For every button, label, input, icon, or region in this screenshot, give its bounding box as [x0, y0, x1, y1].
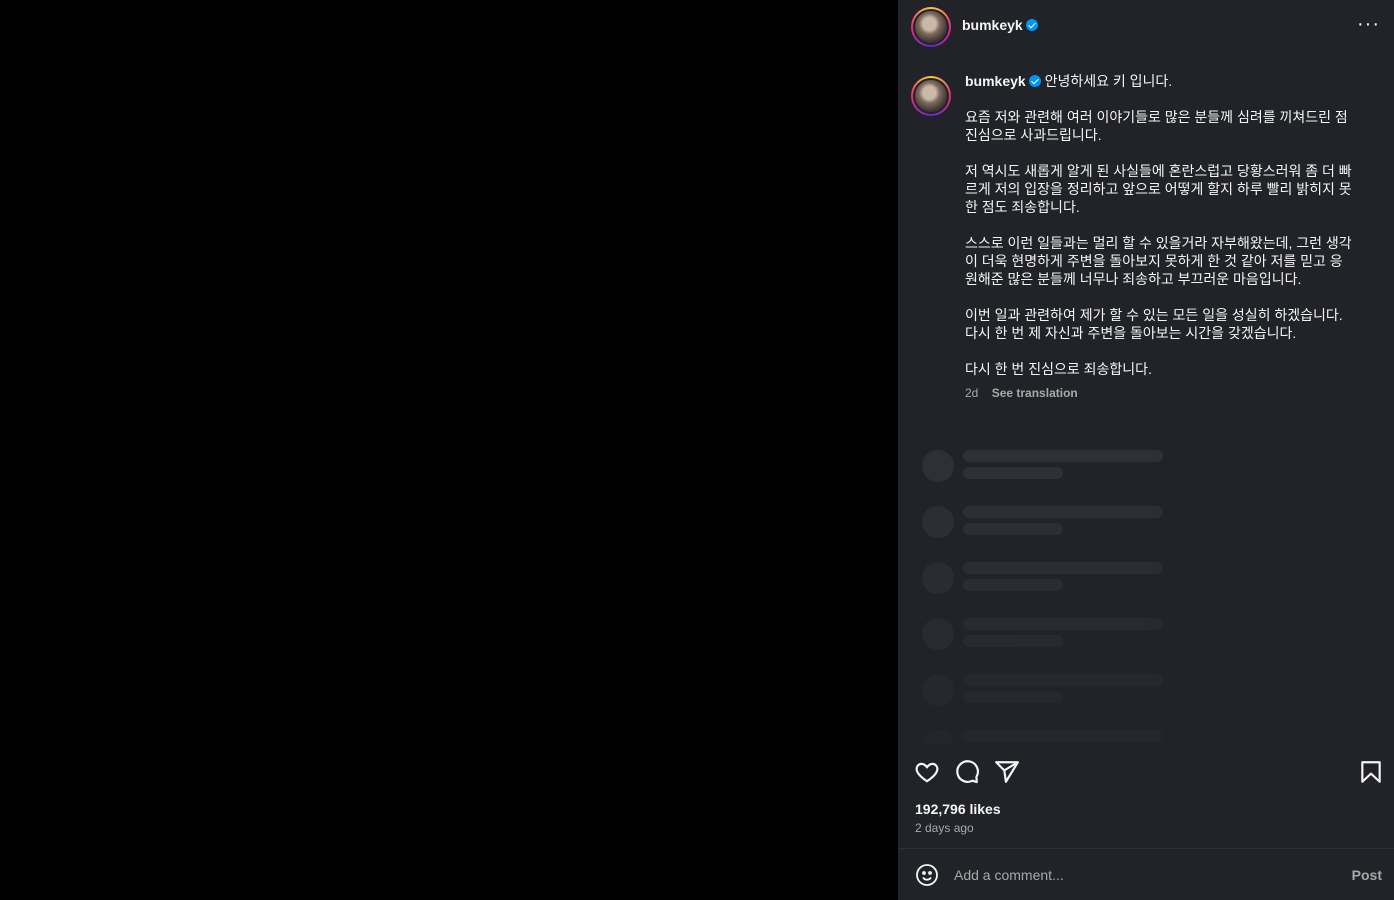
post-header: bumkeyk ··· — [898, 0, 1394, 52]
post-media[interactable] — [0, 0, 898, 900]
comment-skeleton — [922, 674, 1182, 710]
caption-paragraph: 이번 일과 관련하여 제가 할 수 있는 모든 일을 성실히 하겠습니다. 다시 … — [965, 306, 1385, 342]
caption-paragraph: 스스로 이런 일들과는 멀리 할 수 있을거라 자부해왔는데, 그런 생각이 더… — [965, 234, 1385, 288]
comment-skeleton — [922, 450, 1182, 486]
avatar[interactable] — [911, 7, 951, 47]
caption-paragraph: 요즘 저와 관련해 여러 이야기들로 많은 분들께 심려를 끼쳐드린 점진심으로… — [965, 108, 1385, 144]
caption-line: 이 더욱 현명하게 주변을 돌아보지 못하게 한 것 같아 저를 믿고 응 — [965, 253, 1343, 269]
emoji-icon[interactable] — [915, 863, 939, 887]
post-side-panel: bumkeyk ··· bumkeyk 안녕하세요 키 입니다. 요즘 저와 관… — [898, 0, 1394, 900]
comment-input[interactable] — [954, 865, 1314, 885]
action-bar — [898, 756, 1394, 788]
comment-skeleton — [922, 562, 1182, 598]
comment-skeleton — [922, 730, 1182, 744]
verified-badge-icon — [1028, 75, 1041, 87]
caption-line: 저 역시도 새롭게 알게 된 사실들에 혼란스럽고 당황스러워 좀 더 빠 — [965, 163, 1352, 179]
caption-first-line: 안녕하세요 키 입니다. — [1044, 73, 1173, 89]
more-options-icon[interactable]: ··· — [1357, 14, 1380, 34]
bookmark-icon[interactable] — [1358, 759, 1384, 785]
see-translation-link[interactable]: See translation — [992, 386, 1078, 400]
caption-line: 다시 한 번 진심으로 죄송합니다. — [965, 361, 1152, 377]
caption-meta: 2d See translation — [965, 384, 1385, 402]
heart-icon[interactable] — [914, 759, 940, 785]
post-time-short: 2d — [965, 386, 979, 400]
header-username[interactable]: bumkeyk — [962, 17, 1038, 33]
caption-paragraph: 저 역시도 새롭게 알게 된 사실들에 혼란스럽고 당황스러워 좀 더 빠르게 … — [965, 162, 1385, 216]
comment-skeleton — [922, 506, 1182, 542]
caption-line: 요즘 저와 관련해 여러 이야기들로 많은 분들께 심려를 끼쳐드린 점 — [965, 109, 1348, 125]
likes-count[interactable]: 192,796 likes — [915, 801, 1001, 817]
caption-line: 다시 한 번 제 자신과 주변을 돌아보는 시간을 갖겠습니다. — [965, 325, 1297, 341]
caption-paragraphs: 요즘 저와 관련해 여러 이야기들로 많은 분들께 심려를 끼쳐드린 점진심으로… — [965, 108, 1385, 378]
caption-line: 진심으로 사과드립니다. — [965, 127, 1102, 143]
verified-badge-icon — [1025, 19, 1038, 31]
caption-line: 이번 일과 관련하여 제가 할 수 있는 모든 일을 성실히 하겠습니다. — [965, 307, 1343, 323]
post-comment-button[interactable]: Post — [1352, 867, 1382, 883]
caption-body: bumkeyk 안녕하세요 키 입니다. 요즘 저와 관련해 여러 이야기들로 … — [965, 72, 1385, 402]
caption-avatar[interactable] — [911, 76, 951, 116]
caption-username[interactable]: bumkeyk — [965, 73, 1026, 89]
comment-skeleton — [922, 618, 1182, 654]
caption-line: 르게 저의 입장을 정리하고 앞으로 어떻게 할지 하루 빨리 밝히지 못 — [965, 181, 1352, 197]
share-icon[interactable] — [994, 759, 1020, 785]
caption-line: 스스로 이런 일들과는 멀리 할 수 있을거라 자부해왔는데, 그런 생각 — [965, 235, 1352, 251]
comment-bar: Post — [898, 848, 1394, 900]
post-time-long: 2 days ago — [915, 821, 974, 835]
comment-icon[interactable] — [954, 759, 980, 785]
caption-line: 원해준 많은 분들께 너무나 죄송하고 부끄러운 마음입니다. — [965, 271, 1302, 287]
caption-paragraph: 다시 한 번 진심으로 죄송합니다. — [965, 360, 1385, 378]
caption-line: 한 점도 죄송합니다. — [965, 199, 1080, 215]
